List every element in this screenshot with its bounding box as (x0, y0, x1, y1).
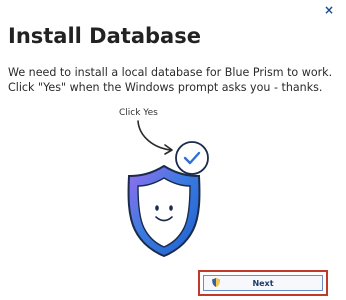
close-icon[interactable]: × (322, 3, 336, 17)
next-button-highlight: Next (198, 270, 328, 296)
description: We need to install a local database for … (8, 66, 340, 95)
shield-eye-left (155, 205, 159, 211)
uac-shield-icon (212, 278, 220, 287)
page-title: Install Database (8, 24, 201, 48)
description-line-2: Click "Yes" when the Windows prompt asks… (8, 80, 323, 94)
next-button[interactable]: Next (203, 275, 323, 291)
next-button-label: Next (252, 278, 274, 288)
check-bubble (175, 141, 209, 175)
description-line-1: We need to install a local database for … (8, 66, 333, 79)
shield-illustration (127, 120, 209, 258)
shield-eye-right (169, 205, 173, 211)
